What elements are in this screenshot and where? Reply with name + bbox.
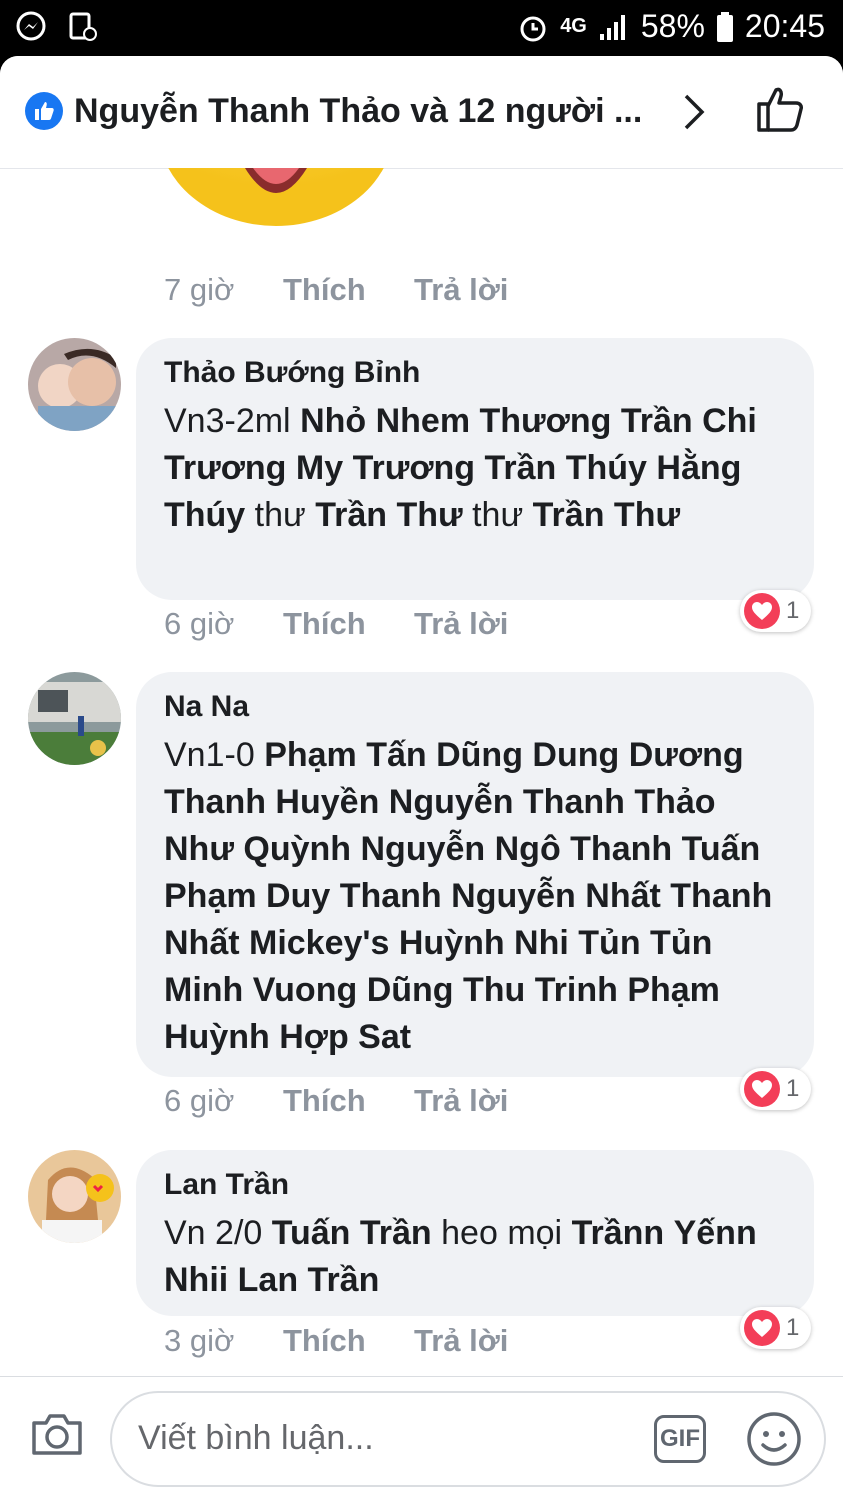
gif-button[interactable]: GIF [654, 1415, 706, 1463]
alarm-icon [516, 10, 550, 44]
comment-author[interactable]: Na Na [164, 690, 786, 724]
camera-icon[interactable] [30, 1411, 84, 1462]
comment-fragment [664, 1214, 673, 1252]
comment-text: Vn1-0 Phạm Tấn Dũng Dung Dương Thanh Huy… [164, 732, 786, 1061]
status-bar: 4G 58% 20:45 [0, 0, 843, 56]
comment-fragment: Vn3-2ml [164, 402, 301, 440]
comment-author[interactable]: Lan Trần [164, 1168, 786, 1202]
like-comment-link[interactable]: Thích [283, 606, 414, 642]
comment-bubble[interactable]: Lan Trần Vn 2/0 Tuấn Trần heo mọi Trầnn … [136, 1150, 814, 1316]
battery-percent: 58% [640, 8, 705, 44]
messenger-icon [14, 10, 48, 44]
like-comment-link[interactable]: Thích [283, 1083, 414, 1119]
reply-comment-link[interactable]: Trả lời [414, 1323, 545, 1359]
reactions-summary[interactable]: Nguyễn Thanh Thảo và 12 người ... [74, 92, 642, 131]
mention[interactable]: Phạm Duy Thanh Nguyễn Nhất [164, 877, 661, 915]
network-type: 4G [560, 15, 587, 37]
reaction-count[interactable]: 1 [740, 590, 812, 632]
comment-text: Vn 2/0 Tuấn Trần heo mọi Trầnn Yếnn Nhii… [164, 1210, 786, 1304]
like-comment-link[interactable]: Thích [283, 1323, 414, 1359]
comment-actions: 7 giờ Thích Trả lời [164, 272, 545, 308]
like-icon [25, 92, 63, 130]
comment-time: 6 giờ [164, 1083, 235, 1118]
mention[interactable]: Tuấn Trần [272, 1214, 432, 1252]
comment-author[interactable]: Thảo Bướng Bỉnh [164, 356, 786, 390]
reply-comment-link[interactable]: Trả lời [414, 1083, 545, 1119]
comment-fragment: heo mọi [431, 1214, 572, 1252]
comment-placeholder: Viết bình luận... [138, 1419, 374, 1457]
comment-bubble[interactable]: Thảo Bướng Bỉnh Vn3-2ml Nhỏ Nhem Thương … [136, 338, 814, 600]
reaction-count[interactable]: 1 [740, 1068, 812, 1110]
reaction-number: 1 [786, 1314, 800, 1341]
comment-fragment [647, 449, 656, 487]
battery-icon [715, 10, 735, 44]
avatar[interactable] [28, 338, 121, 431]
heart-icon [744, 593, 780, 629]
reaction-number: 1 [786, 597, 800, 624]
reaction-count[interactable]: 1 [740, 1307, 812, 1349]
mention[interactable]: Phạm Tấn Dũng Dung Dương [264, 736, 743, 774]
screenshot-icon [66, 10, 100, 44]
comment-actions: 6 giờ Thích Trả lời [164, 606, 545, 642]
comment-actions: 6 giờ Thích Trả lời [164, 1083, 545, 1119]
mention[interactable]: Nhỏ Nhem Thương Trần [300, 402, 693, 440]
reply-comment-link[interactable]: Trả lời [414, 272, 545, 308]
comment-fragment [661, 877, 670, 915]
comment-input[interactable]: Viết bình luận... GIF [110, 1391, 826, 1487]
comment-fragment: Vn1-0 [164, 736, 265, 774]
comments-screen: Nguyễn Thanh Thảo và 12 người ... 7 giờ … [0, 56, 843, 1498]
comment-fragment: Vn 2/0 [164, 1214, 272, 1252]
chevron-right-icon[interactable] [680, 92, 708, 137]
comment-fragment [604, 496, 613, 534]
signal-icon [597, 10, 631, 44]
comment-fragment [641, 924, 650, 962]
heart-icon [744, 1310, 780, 1346]
reactions-header[interactable]: Nguyễn Thanh Thảo và 12 người ... [0, 56, 843, 169]
mention[interactable]: Thanh Huyền Nguyễn Thanh Thảo [164, 783, 716, 821]
comment-time: 7 giờ [164, 272, 235, 307]
mention[interactable]: Thư [614, 496, 680, 534]
mention[interactable]: Trần [533, 496, 605, 534]
thumbs-up-icon[interactable] [755, 84, 805, 139]
mention[interactable]: Trần Thư [315, 496, 462, 534]
comment-fragment [693, 402, 702, 440]
comment-composer: Viết bình luận... GIF [0, 1376, 843, 1498]
comment-fragment [618, 971, 627, 1009]
heart-icon [744, 1071, 780, 1107]
comment-time: 3 giờ [164, 1323, 235, 1358]
sticker-icon[interactable] [746, 1411, 802, 1472]
comment-bubble[interactable]: Na Na Vn1-0 Phạm Tấn Dũng Dung Dương Tha… [136, 672, 814, 1077]
avatar[interactable] [28, 1150, 121, 1243]
clock: 20:45 [744, 8, 825, 44]
like-comment-link[interactable]: Thích [283, 272, 414, 308]
comment-fragment: thư [462, 496, 533, 534]
comment-fragment: thư [245, 496, 316, 534]
comment-actions: 3 giờ Thích Trả lời [164, 1323, 545, 1359]
comment-time: 6 giờ [164, 606, 235, 641]
reply-comment-link[interactable]: Trả lời [414, 606, 545, 642]
mention[interactable]: Trầnn [572, 1214, 665, 1252]
mention[interactable]: Như Quỳnh Nguyễn Ngô Thanh Tuấn [164, 830, 760, 868]
avatar[interactable] [28, 672, 121, 765]
reaction-number: 1 [786, 1075, 800, 1102]
comment-text: Vn3-2ml Nhỏ Nhem Thương Trần Chi Trương … [164, 398, 786, 539]
